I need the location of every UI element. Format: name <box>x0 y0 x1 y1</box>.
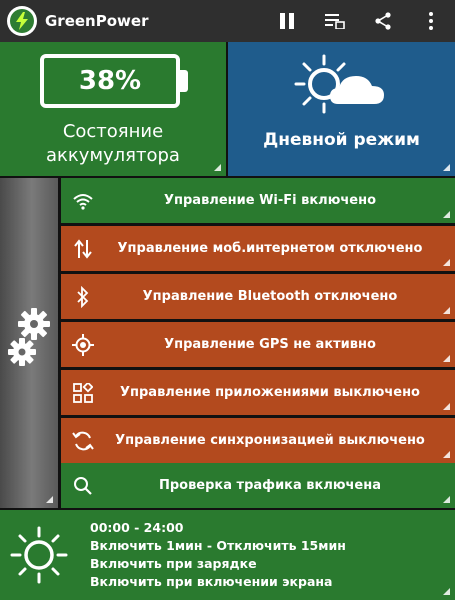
wifi-icon <box>63 192 103 210</box>
battery-status-label: Состояние аккумулятора <box>46 121 180 166</box>
day-mode-tile[interactable]: Дневной режим <box>228 42 455 176</box>
schedule-time-range: 00:00 - 24:00 <box>90 520 184 535</box>
sync-icon <box>63 430 103 452</box>
wifi-control-label: Управление Wi-Fi включено <box>164 193 376 208</box>
corner-arrow-icon <box>46 496 53 503</box>
more-vert-icon <box>429 12 433 30</box>
wifi-control-row[interactable]: Управление Wi-Fi включено <box>61 178 455 223</box>
search-icon <box>63 476 103 496</box>
gps-icon <box>63 333 103 356</box>
corner-arrow-icon <box>443 403 450 410</box>
bluetooth-control-row[interactable]: Управление Bluetooth отключено <box>61 274 455 319</box>
mobile-data-control-row[interactable]: Управление моб.интернетом отключено <box>61 226 455 271</box>
schedule-on-screen: Включить при включении экрана <box>90 574 333 589</box>
corner-arrow-icon <box>443 496 450 503</box>
apps-control-row[interactable]: Управление приложениями выключено <box>61 370 455 415</box>
battery-icon: 38% <box>40 54 180 108</box>
share-icon <box>375 12 391 30</box>
sun-icon <box>10 526 68 584</box>
corner-arrow-icon <box>443 307 450 314</box>
battery-status-tile[interactable]: 38% Состояние аккумулятора <box>0 42 226 176</box>
corner-arrow-icon <box>443 588 450 595</box>
schedule-on-charging: Включить при зарядке <box>90 556 257 571</box>
share-button[interactable] <box>359 0 407 42</box>
gps-control-label: Управление GPS не активно <box>164 337 376 352</box>
schedule-cycle: Включить 1мин - Отключить 15мин <box>90 538 346 553</box>
battery-percent: 38% <box>78 66 142 96</box>
sun-cloud-icon <box>294 54 384 114</box>
overflow-menu-button[interactable] <box>407 0 455 42</box>
app-bar: GreenPower <box>0 0 455 42</box>
apps-icon <box>63 382 103 403</box>
corner-arrow-icon <box>443 164 450 171</box>
bluetooth-control-label: Управление Bluetooth отключено <box>142 289 398 304</box>
app-logo-icon <box>7 6 37 36</box>
bluetooth-icon <box>63 285 103 308</box>
day-mode-label: Дневной режим <box>263 130 420 150</box>
corner-arrow-icon <box>443 211 450 218</box>
sync-control-row[interactable]: Управление синхронизацией выключено <box>61 418 455 463</box>
apps-control-label: Управление приложениями выключено <box>119 385 420 400</box>
settings-tile[interactable] <box>0 178 58 508</box>
corner-arrow-icon <box>443 355 450 362</box>
sync-control-label: Управление синхронизацией выключено <box>115 433 425 448</box>
corner-arrow-icon <box>443 451 450 458</box>
mobile-data-control-label: Управление моб.интернетом отключено <box>117 241 423 256</box>
gps-control-row[interactable]: Управление GPS не активно <box>61 322 455 367</box>
traffic-check-label: Проверка трафика включена <box>158 478 382 493</box>
gears-icon <box>8 308 50 366</box>
widget-button[interactable] <box>311 0 359 42</box>
corner-arrow-icon <box>214 164 221 171</box>
app-title: GreenPower <box>45 12 149 30</box>
corner-arrow-icon <box>443 259 450 266</box>
schedule-details: 00:00 - 24:00 Включить 1мин - Отключить … <box>90 519 346 591</box>
pause-icon <box>280 13 294 29</box>
widget-icon <box>325 14 345 29</box>
traffic-check-row[interactable]: Проверка трафика включена <box>61 463 455 508</box>
schedule-tile[interactable]: 00:00 - 24:00 Включить 1мин - Отключить … <box>0 510 455 600</box>
mobile-data-icon <box>63 238 103 259</box>
pause-button[interactable] <box>263 0 311 42</box>
